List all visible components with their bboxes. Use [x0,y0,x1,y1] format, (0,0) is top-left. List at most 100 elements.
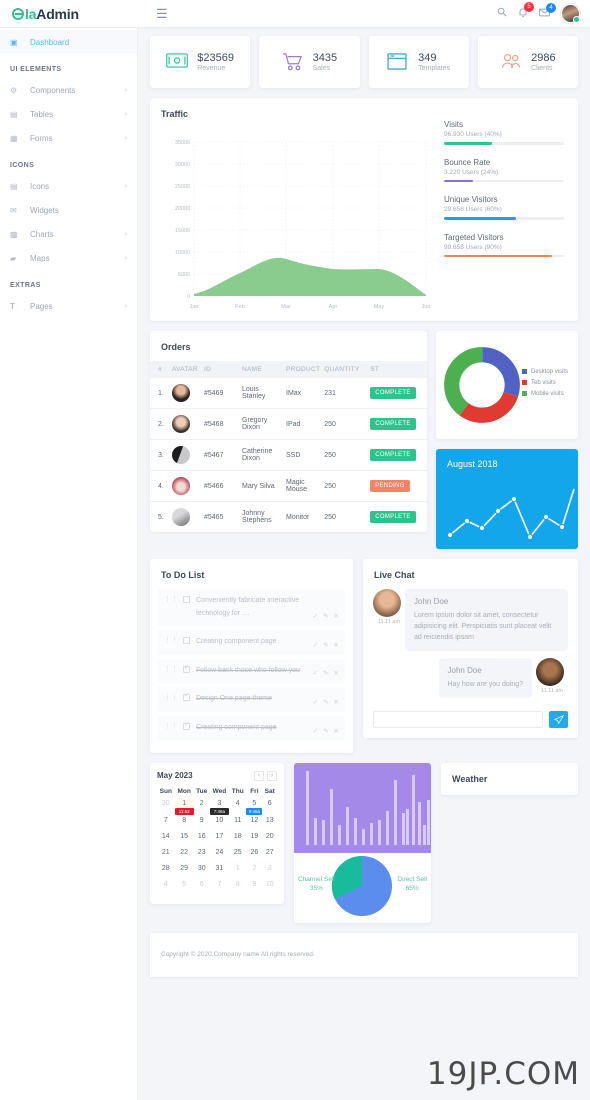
calendar-day[interactable]: 20 [262,831,277,847]
sidebar-item-pages[interactable]: T Pages › [0,294,137,318]
list-item[interactable]: ⋮⋮ Creating component page ✓ ✎ ✕ [158,715,345,741]
calendar-day[interactable]: 31 [210,863,230,879]
delete-icon[interactable]: ✕ [334,698,339,706]
search-icon[interactable] [497,7,507,20]
calendar-day[interactable]: 14 [157,831,175,847]
complete-icon[interactable]: ✓ [313,698,318,706]
calendar-day[interactable]: 4 [229,798,246,815]
complete-icon[interactable]: ✓ [313,669,318,677]
todo-checkbox[interactable] [183,637,190,645]
todo-checkbox[interactable] [183,664,190,673]
table-row[interactable]: 4. #5466 Mary Silva Magic Mouse 250 PEND… [150,470,428,502]
calendar-day[interactable]: 6 [262,798,277,815]
chat-input[interactable] [373,711,543,729]
sidebar-item-forms[interactable]: ▦ Forms › [0,126,137,150]
hamburger-icon[interactable]: ☰ [156,6,168,22]
calendar-day[interactable]: 7 [210,879,230,895]
calendar-day[interactable]: 11 [229,815,246,831]
stat-card-templates[interactable]: 349 Templates [368,36,469,88]
calendar-day[interactable]: 7 [157,815,175,831]
calendar-event[interactable]: 7:46a [209,807,230,815]
calendar-day[interactable]: 23 [194,847,210,863]
list-item[interactable]: ⋮⋮ Creating component page ✓ ✎ ✕ [158,630,345,655]
calendar-day[interactable]: 13 [262,815,277,831]
table-row[interactable]: 5. #5465 Johnny Stephens Monitor 250 COM… [150,502,427,533]
edit-icon[interactable]: ✎ [323,641,328,649]
calendar-day[interactable]: 8 [175,815,194,831]
calendar-day[interactable]: 2 [246,863,262,879]
calendar-event[interactable]: 11:52 [174,807,194,815]
calendar-day[interactable]: 26 [246,847,262,863]
sidebar-item-charts[interactable]: ▩ Charts › [0,222,137,246]
calendar-day[interactable]: 30 [194,863,210,879]
edit-icon[interactable]: ✎ [323,698,328,706]
list-item[interactable]: ⋮⋮ Follow back those who follow you ✓ ✎ … [158,658,345,684]
calendar-day[interactable]: 27 [262,847,277,863]
drag-handle-icon[interactable]: ⋮⋮ [164,665,178,674]
calendar-day[interactable]: 1 [229,863,246,879]
calendar-day[interactable]: 16 [194,831,210,847]
calendar-day[interactable]: 15 [175,831,194,847]
calendar-day[interactable]: 18 [229,831,246,847]
sidebar-item-components[interactable]: ⚙ Components › [0,78,137,102]
todo-checkbox[interactable] [183,721,190,730]
sidebar-item-dashboard[interactable]: ▣ Dashboard [0,30,137,54]
drag-handle-icon[interactable]: ⋮⋮ [164,636,178,645]
stat-card-sales[interactable]: 3435 Sales [259,36,360,88]
delete-icon[interactable]: ✕ [334,612,339,620]
bell-icon[interactable]: 5 [518,1,534,21]
calendar-day[interactable]: 29 [175,863,194,879]
complete-icon[interactable]: ✓ [313,641,318,649]
list-item[interactable]: ⋮⋮ Design One page theme ✓ ✎ ✕ [158,687,345,712]
calendar-day[interactable]: 19 [246,831,262,847]
drag-handle-icon[interactable]: ⋮⋮ [164,595,178,604]
list-item[interactable]: ⋮⋮ Conveniently fabricate interactive te… [158,589,345,627]
calendar-day[interactable]: 9 [194,815,210,831]
calendar-day[interactable]: 12 [246,815,262,831]
edit-icon[interactable]: ✎ [323,727,328,735]
table-row[interactable]: 1. #5469 Louis Stanley IMax 231 COMPLETE [150,378,428,409]
edit-icon[interactable]: ✎ [323,612,328,620]
sidebar-item-maps[interactable]: ▰ Maps › [0,246,137,270]
calendar-day[interactable]: 17 [210,831,230,847]
calendar-day[interactable]: 30 [157,798,175,815]
calendar-day[interactable]: 9 [246,879,262,895]
sidebar-item-tables[interactable]: ▤ Tables › [0,102,137,126]
table-row[interactable]: 3. #5467 Catherine Dixon SSD 250 COMPLET… [150,439,428,471]
calendar-day[interactable]: 21 [157,847,175,863]
calendar-day[interactable]: 28 [157,863,175,879]
send-button[interactable] [549,711,568,729]
complete-icon[interactable]: ✓ [313,612,318,620]
sidebar-item-icons[interactable]: ▤ Icons › [0,174,137,198]
calendar-day[interactable]: 5 9:46a [246,798,263,815]
calendar-day[interactable]: 24 [210,847,230,863]
brand-logo[interactable]: la Admin [0,6,138,22]
calendar-event[interactable]: 9:46a [246,807,263,815]
calendar-day[interactable]: 2 [194,798,210,815]
complete-icon[interactable]: ✓ [313,727,318,735]
calendar-day[interactable]: 25 [229,847,246,863]
calendar-day[interactable]: 22 [175,847,194,863]
calendar-day[interactable]: 8 [229,879,246,895]
calendar-day[interactable]: 4 [157,879,175,895]
calendar-day[interactable]: 3 [262,863,277,879]
sidebar-item-widgets[interactable]: ✉ Widgets [0,198,137,222]
stat-card-revenue[interactable]: $23569 Revenue [150,36,251,88]
chevron-right-icon[interactable]: › [267,770,277,781]
calendar-day[interactable]: 5 [175,879,194,895]
calendar-day[interactable]: 3 7:46a [209,798,230,815]
edit-icon[interactable]: ✎ [323,669,328,677]
delete-icon[interactable]: ✕ [334,727,339,735]
calendar-day[interactable]: 10 [210,815,230,831]
todo-checkbox[interactable] [183,692,190,702]
stat-card-clients[interactable]: 2986 Clients [477,36,578,88]
envelope-icon[interactable]: 4 [539,2,556,20]
delete-icon[interactable]: ✕ [334,669,339,677]
chevron-left-icon[interactable]: ‹ [254,770,264,781]
calendar-day[interactable]: 10 [262,879,277,895]
drag-handle-icon[interactable]: ⋮⋮ [164,722,178,731]
calendar-day[interactable]: 1 11:52 [174,797,194,815]
drag-handle-icon[interactable]: ⋮⋮ [164,693,178,702]
todo-checkbox[interactable] [183,596,190,603]
delete-icon[interactable]: ✕ [334,641,339,649]
